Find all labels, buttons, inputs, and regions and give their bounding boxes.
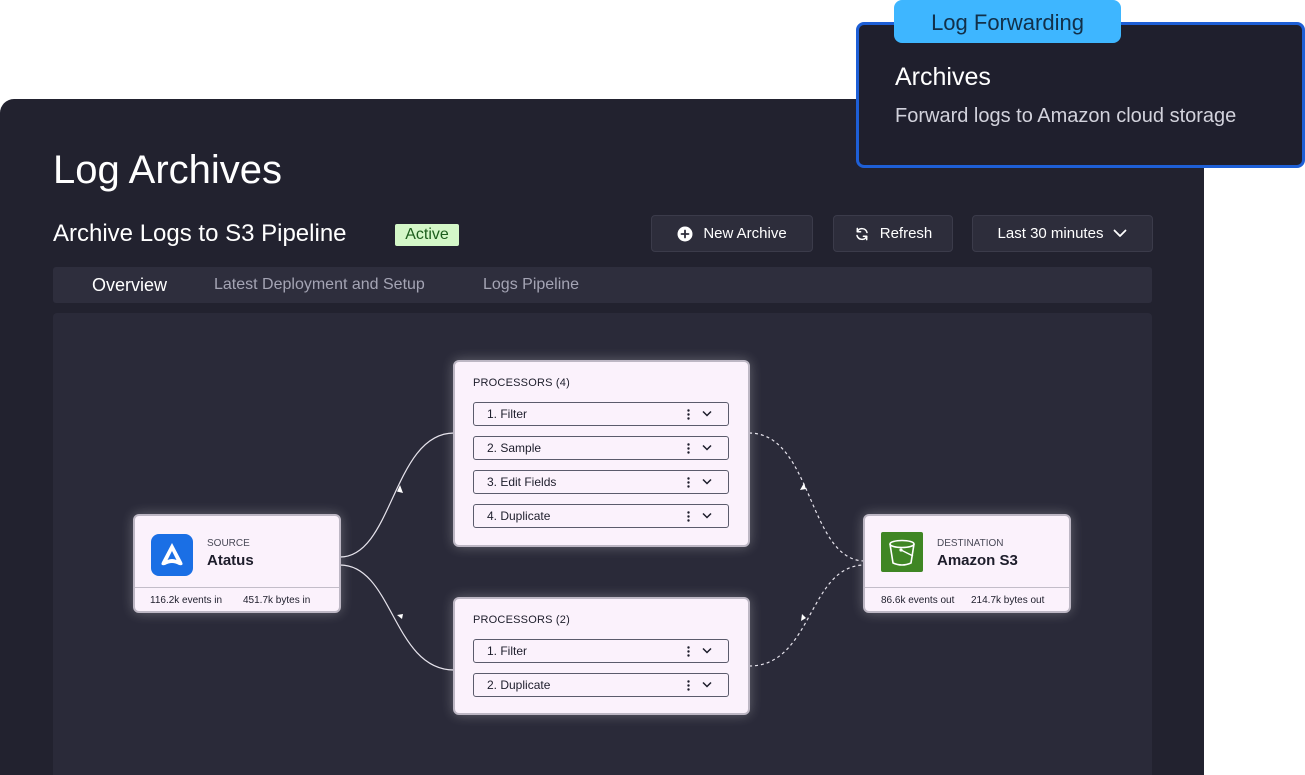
tab-bar: Overview Latest Deployment and Setup Log… <box>53 267 1152 303</box>
feature-callout: Archives Forward logs to Amazon cloud st… <box>856 22 1305 168</box>
processor-label: 2. Duplicate <box>487 678 551 692</box>
connector-processors-2-to-destination <box>748 564 866 667</box>
more-vertical-icon[interactable] <box>687 511 690 522</box>
processor-label: 3. Edit Fields <box>487 475 557 489</box>
chevron-down-icon[interactable] <box>702 512 712 520</box>
callout-tag: Log Forwarding <box>894 0 1121 43</box>
processors-group-2[interactable]: PROCESSORS (2) 1. Filter 2. Duplicate <box>453 597 750 715</box>
tab-latest-deployment[interactable]: Latest Deployment and Setup <box>214 267 425 303</box>
processor-item[interactable]: 1. Filter <box>473 402 729 426</box>
destination-node[interactable]: DESTINATION Amazon S3 86.6k events out 2… <box>863 514 1071 613</box>
tab-logs-pipeline[interactable]: Logs Pipeline <box>483 267 579 303</box>
connector-source-to-processors-1 <box>339 432 455 558</box>
refresh-button[interactable]: Refresh <box>833 215 953 252</box>
source-events: 116.2k events in <box>150 595 223 606</box>
plus-circle-icon <box>677 226 693 241</box>
destination-name: Amazon S3 <box>937 552 1018 569</box>
refresh-label: Refresh <box>879 225 933 242</box>
chevron-down-icon[interactable] <box>702 410 712 418</box>
new-archive-label: New Archive <box>703 225 787 242</box>
processors-1-title: PROCESSORS (4) <box>473 377 570 389</box>
destination-events: 86.6k events out <box>881 595 955 606</box>
arrow-icon <box>800 483 806 490</box>
source-bytes: 451.7k bytes in <box>243 595 311 606</box>
destination-bytes: 214.7k bytes out <box>971 595 1045 606</box>
status-badge: Active <box>395 224 459 246</box>
processors-group-1[interactable]: PROCESSORS (4) 1. Filter 2. Sample 3. Ed… <box>453 360 750 547</box>
processor-label: 1. Filter <box>487 644 528 658</box>
refresh-icon <box>855 227 868 240</box>
processor-item[interactable]: 1. Filter <box>473 639 729 663</box>
processor-label: 2. Sample <box>487 441 542 455</box>
tab-overview[interactable]: Overview <box>92 267 167 303</box>
destination-kicker: DESTINATION <box>937 538 1004 549</box>
s3-bucket-icon <box>881 532 923 572</box>
callout-description: Forward logs to Amazon cloud storage <box>895 105 1237 127</box>
pipeline-title: Archive Logs to S3 Pipeline <box>53 220 347 247</box>
callout-title: Archives <box>895 63 991 91</box>
time-range-dropdown[interactable]: Last 30 minutes <box>972 215 1153 252</box>
source-kicker: SOURCE <box>207 538 250 549</box>
processor-item[interactable]: 2. Sample <box>473 436 729 460</box>
source-node[interactable]: SOURCE Atatus 116.2k events in 451.7k by… <box>133 514 341 613</box>
pipeline-canvas: SOURCE Atatus 116.2k events in 451.7k by… <box>53 313 1152 775</box>
processor-item[interactable]: 3. Edit Fields <box>473 470 729 494</box>
chevron-down-icon[interactable] <box>702 681 712 689</box>
time-range-label: Last 30 minutes <box>997 225 1104 242</box>
chevron-down-icon <box>1114 229 1127 237</box>
processor-label: 4. Duplicate <box>487 509 551 523</box>
connector-processors-1-to-destination <box>748 432 866 562</box>
chevron-down-icon[interactable] <box>702 478 712 486</box>
arrow-icon <box>801 614 806 621</box>
page-title: Log Archives <box>53 148 283 192</box>
more-vertical-icon[interactable] <box>687 646 690 657</box>
more-vertical-icon[interactable] <box>687 477 690 488</box>
processors-2-title: PROCESSORS (2) <box>473 614 570 626</box>
more-vertical-icon[interactable] <box>687 680 690 691</box>
source-name: Atatus <box>207 552 254 569</box>
chevron-down-icon[interactable] <box>702 647 712 655</box>
more-vertical-icon[interactable] <box>687 409 690 420</box>
more-vertical-icon[interactable] <box>687 443 690 454</box>
processor-label: 1. Filter <box>487 407 528 421</box>
atatus-logo-icon <box>151 534 193 576</box>
processor-item[interactable]: 2. Duplicate <box>473 673 729 697</box>
connector-source-to-processors-2 <box>339 564 455 671</box>
chevron-down-icon[interactable] <box>702 444 712 452</box>
processor-item[interactable]: 4. Duplicate <box>473 504 729 528</box>
new-archive-button[interactable]: New Archive <box>651 215 813 252</box>
arrow-icon <box>397 614 403 619</box>
